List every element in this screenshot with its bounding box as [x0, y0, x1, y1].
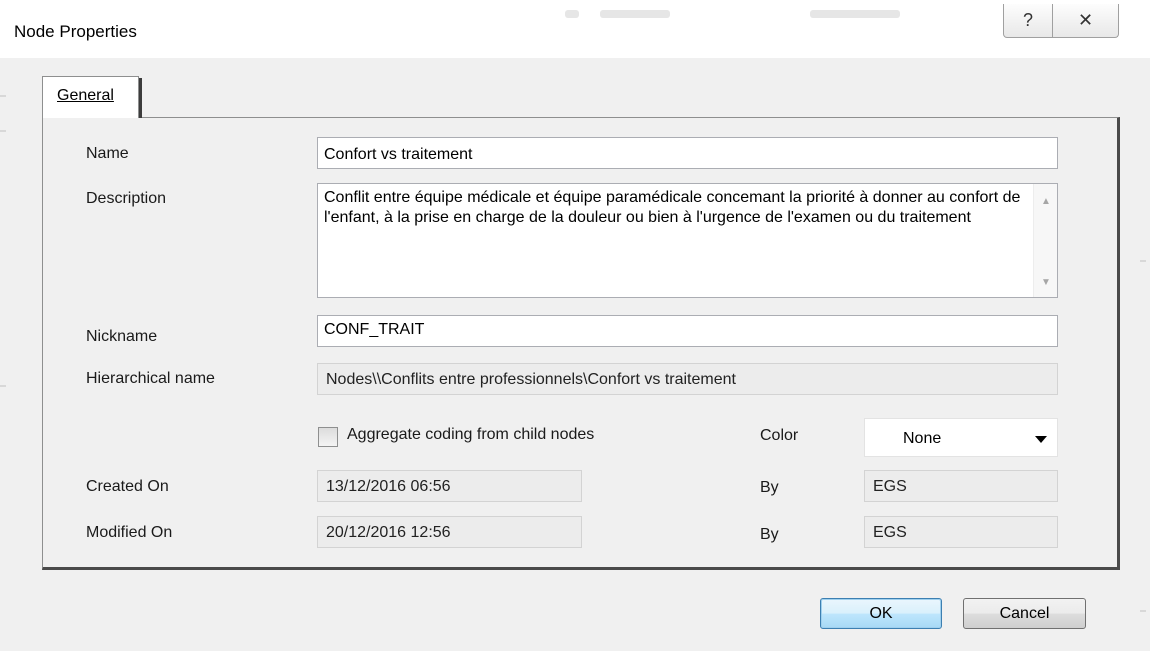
tab-general[interactable]: General [42, 76, 139, 118]
modified-by-label: By [760, 526, 779, 543]
modified-by-field: EGS [864, 516, 1058, 548]
edge-mark [0, 130, 6, 132]
description-textarea[interactable]: Conflit entre équipe médicale et équipe … [317, 183, 1058, 298]
color-label: Color [760, 427, 799, 444]
ok-button[interactable]: OK [820, 598, 942, 629]
edge-mark [0, 95, 6, 97]
help-button[interactable]: ? [1003, 4, 1053, 38]
aggregate-label[interactable]: Aggregate coding from child nodes [347, 426, 594, 444]
background-artifact [810, 10, 900, 18]
created-on-label: Created On [86, 478, 169, 495]
nickname-label: Nickname [86, 328, 158, 345]
close-button[interactable]: ✕ [1053, 4, 1119, 38]
tab-label: General [57, 87, 114, 104]
help-icon: ? [1022, 10, 1033, 30]
color-select[interactable]: None [864, 418, 1058, 457]
chevron-down-icon [1035, 436, 1047, 443]
name-input[interactable]: Confort vs traitement [317, 137, 1058, 169]
edge-mark [0, 385, 6, 387]
aggregate-checkbox[interactable] [318, 427, 338, 447]
edge-mark [1140, 610, 1146, 612]
created-on-field: 13/12/2016 06:56 [317, 470, 582, 502]
modified-on-label: Modified On [86, 524, 173, 541]
nickname-input[interactable]: CONF_TRAIT [317, 315, 1058, 347]
close-icon: ✕ [1077, 10, 1094, 30]
hierarchical-name-label: Hierarchical name [86, 370, 215, 387]
description-label: Description [86, 190, 167, 207]
node-properties-dialog: Node Properties ? ✕ General Name Confort… [0, 0, 1150, 651]
description-scrollbar[interactable]: ▲ ▼ [1033, 184, 1057, 297]
scroll-down-icon[interactable]: ▼ [1034, 272, 1058, 292]
created-by-field: EGS [864, 470, 1058, 502]
background-artifact [565, 10, 579, 18]
cancel-button[interactable]: Cancel [963, 598, 1086, 629]
edge-mark [1140, 260, 1146, 262]
modified-on-field: 20/12/2016 12:56 [317, 516, 582, 548]
color-select-value: None [903, 430, 942, 447]
dialog-title: Node Properties [14, 22, 137, 41]
scroll-up-icon[interactable]: ▲ [1034, 191, 1058, 211]
description-text: Conflit entre équipe médicale et équipe … [324, 189, 1021, 226]
tab-shadow [139, 78, 142, 118]
hierarchical-name-field: Nodes\\Conflits entre professionnels\Con… [317, 363, 1058, 395]
title-bar: Node Properties ? ✕ [0, 0, 1150, 58]
background-artifact [600, 10, 670, 18]
created-by-label: By [760, 479, 779, 496]
name-label: Name [86, 145, 129, 162]
